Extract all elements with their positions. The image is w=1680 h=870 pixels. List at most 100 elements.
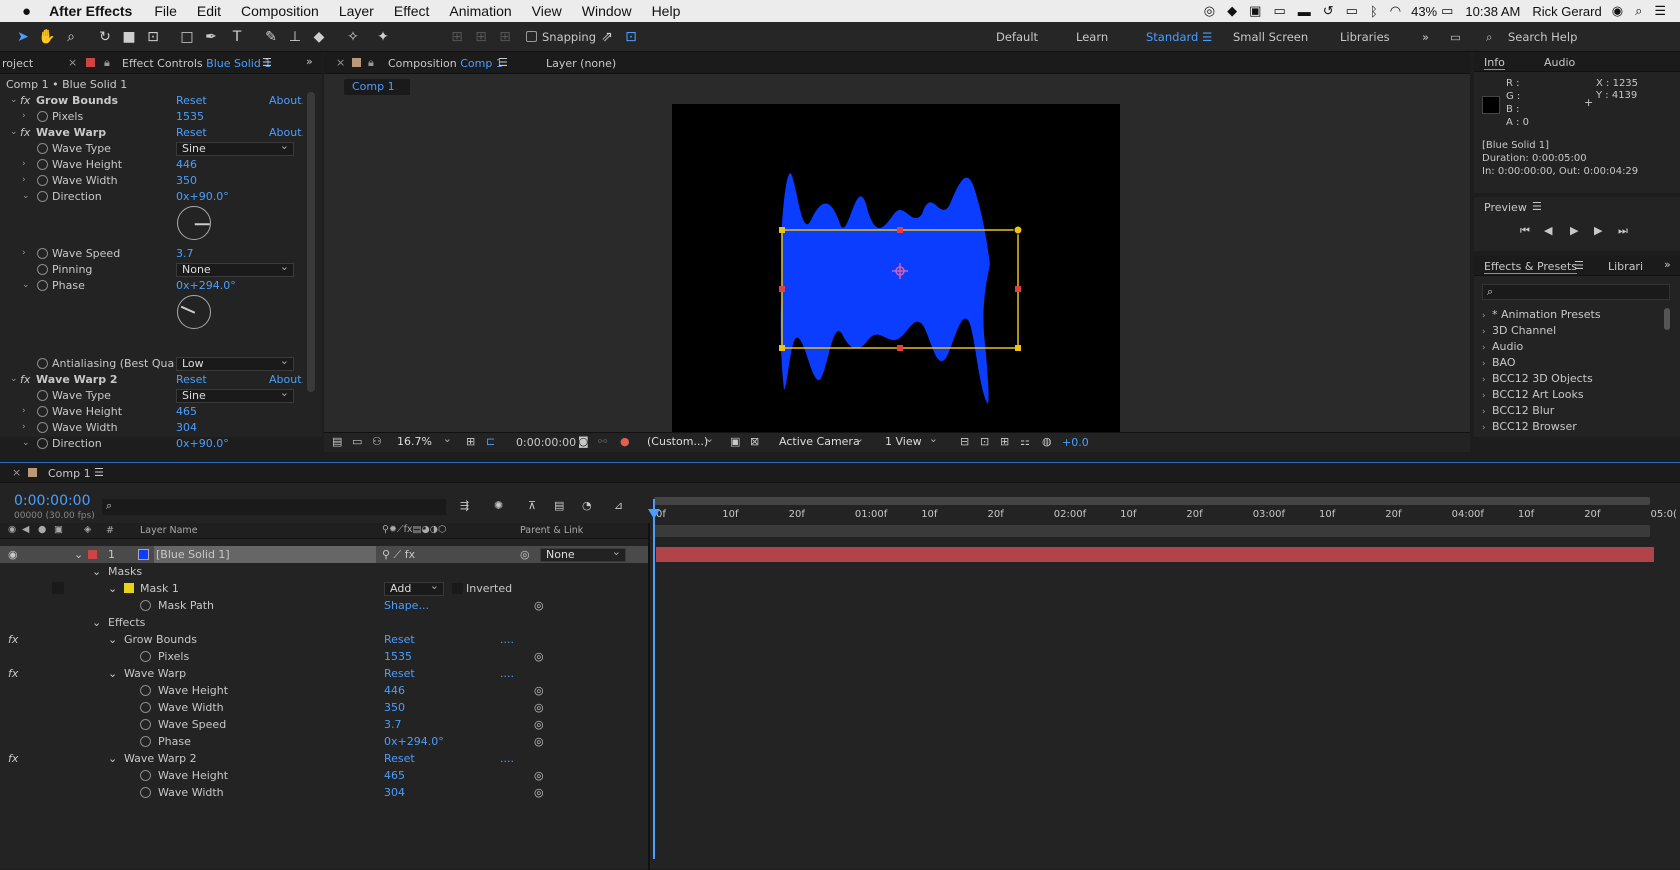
composition-mini-flowchart-icon[interactable]: ⇶ xyxy=(460,499,469,512)
direction-dial[interactable] xyxy=(177,206,211,240)
effect-options[interactable]: .... xyxy=(500,665,514,682)
menu-view[interactable]: View xyxy=(532,3,562,19)
reset-button[interactable]: Reset xyxy=(384,631,415,648)
draft-3d-icon[interactable]: ✺ xyxy=(494,499,503,512)
grow-bounds-group[interactable]: fx ⌄ Grow Bounds Reset .... xyxy=(0,631,648,648)
eraser-tool-icon[interactable]: ◆ xyxy=(310,28,328,46)
comp-flowchart-icon[interactable]: ⚏ xyxy=(1020,435,1030,448)
mask-visibility-icon[interactable]: ⚇ xyxy=(372,435,382,448)
snapshot-icon[interactable]: ◙ xyxy=(578,435,589,448)
wave-width-2-value[interactable]: 304 xyxy=(176,419,197,436)
screen-icon[interactable]: ▭ xyxy=(1450,30,1461,44)
wave-height-2-value[interactable]: 465 xyxy=(176,403,197,420)
resolution-dropdown[interactable]: (Custom...) xyxy=(642,433,718,450)
solo-switch-icon[interactable]: ● xyxy=(38,524,46,535)
phase-value[interactable]: 0x+294.0° xyxy=(384,733,444,750)
exposure-value[interactable]: +0.0 xyxy=(1062,436,1089,449)
current-time[interactable]: 0:00:00:00 xyxy=(14,493,91,509)
lock-icon[interactable] xyxy=(86,58,95,67)
pixels-value[interactable]: 1535 xyxy=(176,108,204,125)
workspace-learn[interactable]: Learn xyxy=(1076,30,1108,44)
effects-item[interactable]: › 3D Channel xyxy=(1482,322,1556,339)
reset-exposure-icon[interactable]: ◍ xyxy=(1042,435,1052,448)
channel-icon[interactable]: ● xyxy=(620,435,630,448)
timeline-tab[interactable]: Comp 1 xyxy=(48,467,91,480)
wave-warp-2-row[interactable]: ⌄ fx Wave Warp 2 Reset About... xyxy=(0,371,306,388)
bluetooth-icon[interactable]: ᛒ xyxy=(1370,4,1378,19)
hand-tool-icon[interactable]: ✋ xyxy=(38,28,56,46)
menu-file[interactable]: File xyxy=(154,3,177,19)
fx-icon[interactable]: fx xyxy=(20,92,30,109)
stopwatch-icon[interactable] xyxy=(37,358,48,369)
effects-item[interactable]: › Audio xyxy=(1482,338,1523,355)
stopwatch-icon[interactable] xyxy=(37,159,48,170)
battery-icon[interactable]: ▭ xyxy=(1441,3,1453,19)
snapping-checkbox[interactable] xyxy=(526,31,537,42)
workspace-default[interactable]: Default xyxy=(996,30,1038,44)
composition-tab[interactable]: Composition Comp 1 xyxy=(388,57,503,70)
fx-icon[interactable]: fx xyxy=(20,124,30,141)
pan-behind-tool-icon[interactable]: ⊡ xyxy=(144,28,162,46)
flowchart-icon[interactable]: ⊞ xyxy=(1000,435,1009,448)
last-frame-icon[interactable]: ⏭ xyxy=(1618,224,1628,238)
wifi-icon[interactable]: ◠ xyxy=(1390,3,1401,19)
wave-type-2-dropdown[interactable]: Sine xyxy=(176,387,294,403)
stopwatch-icon[interactable] xyxy=(140,736,151,747)
grow-bounds-row[interactable]: ⌄ fx Grow Bounds Reset About... xyxy=(0,92,306,109)
stopwatch-icon[interactable] xyxy=(140,770,151,781)
menu-effect[interactable]: Effect xyxy=(394,3,430,19)
reset-button[interactable]: Reset xyxy=(176,124,207,141)
menu-help[interactable]: Help xyxy=(652,3,681,19)
stopwatch-icon[interactable] xyxy=(37,248,48,259)
mask-path-shape[interactable]: Shape... xyxy=(384,597,429,614)
toggle-pixel-aspect-icon[interactable]: ⊟ xyxy=(960,435,969,448)
ruler-scrollbar[interactable] xyxy=(654,525,1650,537)
panel-menu-icon[interactable]: ☰ xyxy=(498,56,508,69)
camera-dropdown[interactable]: Active Camera xyxy=(774,433,868,450)
timeline-search-field[interactable]: ⌕ xyxy=(102,499,446,515)
wave-height-2-value[interactable]: 465 xyxy=(384,767,405,784)
stopwatch-icon[interactable] xyxy=(37,422,48,433)
stopwatch-icon[interactable] xyxy=(37,264,48,275)
parent-dropdown[interactable]: None xyxy=(540,546,626,562)
render-icon[interactable]: ⊡ xyxy=(980,435,989,448)
pickwhip-icon[interactable]: ◎ xyxy=(534,767,544,784)
menu-window[interactable]: Window xyxy=(582,3,632,19)
stopwatch-icon[interactable] xyxy=(37,438,48,449)
roto-brush-tool-icon[interactable]: ✧ xyxy=(344,28,362,46)
spotlight-icon[interactable]: ⌕ xyxy=(1635,3,1642,19)
stopwatch-icon[interactable] xyxy=(140,651,151,662)
expand-icon[interactable]: ⌄ xyxy=(108,580,117,597)
wave-height-value[interactable]: 446 xyxy=(176,156,197,173)
stopwatch-icon[interactable] xyxy=(140,787,151,798)
stopwatch-icon[interactable] xyxy=(37,191,48,202)
user-avatar-icon[interactable]: ◉ xyxy=(1612,3,1623,19)
expand-icon[interactable]: ⌄ xyxy=(22,188,32,205)
mask-mode-dropdown[interactable]: Add xyxy=(384,580,444,596)
antialiasing-dropdown[interactable]: Low xyxy=(176,355,294,371)
app-status-icon[interactable]: ▣ xyxy=(1249,3,1261,19)
close-tab-icon[interactable]: × xyxy=(336,56,345,69)
airplay-icon[interactable]: ▭ xyxy=(1346,3,1358,19)
layer-panel-divider[interactable] xyxy=(648,523,650,870)
phase-value[interactable]: 0x+294.0° xyxy=(176,277,236,294)
wave-speed-value[interactable]: 3.7 xyxy=(384,716,402,733)
panel-menu-icon[interactable]: ☰ xyxy=(1574,259,1584,272)
visibility-icon[interactable]: ◉ xyxy=(8,546,18,563)
wave-width-2-value[interactable]: 304 xyxy=(384,784,405,801)
panel-overflow-icon[interactable]: » xyxy=(306,55,313,68)
expand-icon[interactable]: › xyxy=(22,245,32,262)
effects-presets-tab[interactable]: Effects & Presets xyxy=(1484,260,1577,274)
expand-icon[interactable]: › xyxy=(22,403,32,420)
audio-switch-icon[interactable]: ◀ xyxy=(22,524,29,535)
panel-overflow-icon[interactable]: » xyxy=(1664,258,1671,271)
effect-options[interactable]: .... xyxy=(500,750,514,767)
wave-warp-row[interactable]: ⌄ fx Wave Warp Reset About... xyxy=(0,124,306,141)
pen-tool-icon[interactable]: ✒ xyxy=(202,28,220,46)
direction-value[interactable]: 0x+90.0° xyxy=(176,188,229,205)
monitor-icon[interactable]: ▭ xyxy=(352,435,362,448)
menu-list-icon[interactable]: ☰ xyxy=(1654,3,1666,19)
composition-tab-lock-icon[interactable]: 🔒︎ xyxy=(368,56,374,70)
display-icon[interactable]: ▬ xyxy=(1298,4,1311,19)
effects-search-field[interactable]: ⌕ xyxy=(1482,284,1670,300)
